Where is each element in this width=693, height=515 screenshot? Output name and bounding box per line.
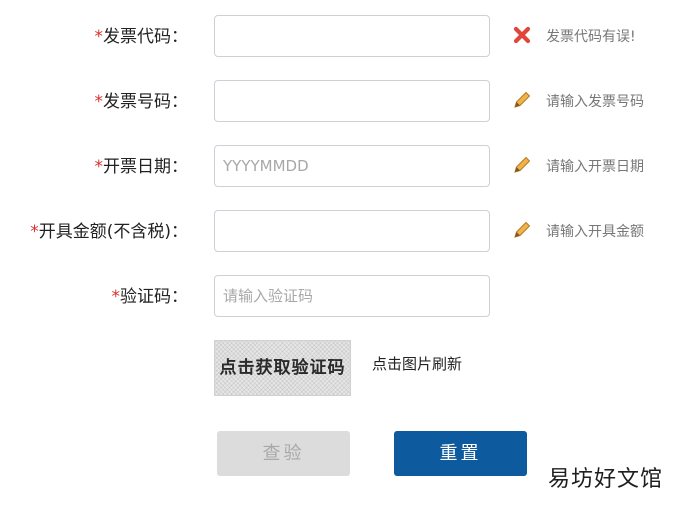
invoice-number-input[interactable] <box>214 80 490 122</box>
captcha-row: *验证码： <box>0 275 693 319</box>
invoice-date-hint-text: 请输入开票日期 <box>546 159 644 175</box>
invoice-number-row: *发票号码： 请输入发票号码 <box>0 80 693 124</box>
amount-label: *开具金额(不含税)： <box>30 222 188 242</box>
amount-row: *开具金额(不含税)： 请输入开具金额 <box>0 210 693 254</box>
invoice-date-input[interactable] <box>214 145 490 187</box>
invoice-code-label: *发票代码： <box>94 27 189 47</box>
pencil-icon <box>512 155 532 175</box>
invoice-code-input[interactable] <box>214 15 490 57</box>
captcha-image[interactable]: 点击获取验证码 <box>214 340 351 396</box>
invoice-number-hint-text: 请输入发票号码 <box>546 94 644 110</box>
invoice-number-hint: 请输入发票号码 <box>512 80 644 124</box>
required-mark: * <box>94 92 104 112</box>
required-mark: * <box>94 157 104 177</box>
captcha-label: *验证码： <box>111 287 189 307</box>
invoice-date-label: *开票日期： <box>94 157 189 177</box>
invoice-number-label: *发票号码： <box>94 92 189 112</box>
invoice-code-hint: 发票代码有误! <box>512 15 636 59</box>
amount-hint-text: 请输入开具金额 <box>546 224 644 240</box>
required-mark: * <box>94 27 104 47</box>
invoice-code-row: *发票代码： 发票代码有误! <box>0 15 693 59</box>
required-mark: * <box>30 222 39 242</box>
captcha-input[interactable] <box>214 275 490 317</box>
invoice-code-hint-text: 发票代码有误! <box>546 29 636 45</box>
pencil-icon <box>512 220 532 240</box>
check-button[interactable]: 查验 <box>217 431 350 476</box>
invoice-date-row: *开票日期： 请输入开票日期 <box>0 145 693 189</box>
error-x-icon <box>512 25 532 45</box>
watermark: 易坊好文馆 <box>547 467 663 492</box>
reset-button[interactable]: 重置 <box>394 431 527 476</box>
captcha-refresh-text[interactable]: 点击图片刷新 <box>372 352 462 376</box>
amount-input[interactable] <box>214 210 490 252</box>
required-mark: * <box>111 287 121 307</box>
invoice-date-hint: 请输入开票日期 <box>512 145 644 189</box>
amount-hint: 请输入开具金额 <box>512 210 644 254</box>
pencil-icon <box>512 90 532 110</box>
